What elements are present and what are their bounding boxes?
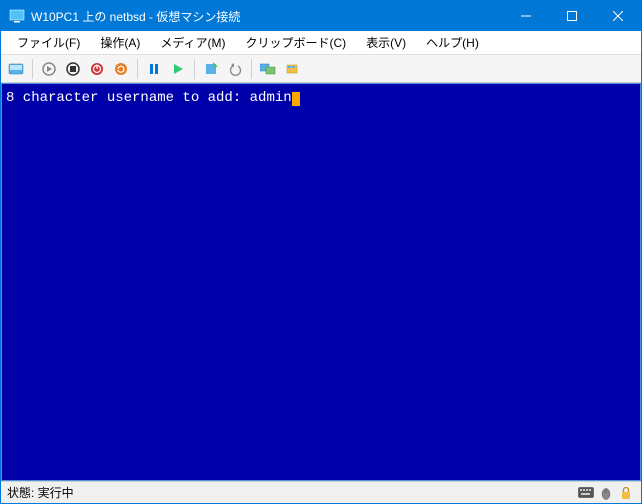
menu-file[interactable]: ファイル(F) <box>7 31 90 54</box>
close-button[interactable] <box>595 1 641 31</box>
share-button[interactable] <box>281 58 303 80</box>
console-line: 8 character username to add: admin <box>6 90 636 106</box>
menubar: ファイル(F) 操作(A) メディア(M) クリップボード(C) 表示(V) ヘ… <box>1 31 641 55</box>
separator <box>194 59 195 79</box>
separator <box>137 59 138 79</box>
resume-button[interactable] <box>167 58 189 80</box>
menu-media[interactable]: メディア(M) <box>150 31 235 54</box>
mouse-icon <box>597 484 615 502</box>
cursor-icon <box>292 92 300 106</box>
ctrl-alt-del-button[interactable] <box>5 58 27 80</box>
separator <box>251 59 252 79</box>
shutdown-button[interactable] <box>86 58 108 80</box>
vm-connect-window: W10PC1 上の netbsd - 仮想マシン接続 ファイル(F) 操作(A)… <box>0 0 642 504</box>
keyboard-icon <box>577 484 595 502</box>
toolbar <box>1 55 641 83</box>
window-title: W10PC1 上の netbsd - 仮想マシン接続 <box>31 8 503 25</box>
window-controls <box>503 1 641 31</box>
menu-clipboard[interactable]: クリップボード(C) <box>235 31 356 54</box>
maximize-button[interactable] <box>549 1 595 31</box>
menu-help[interactable]: ヘルプ(H) <box>416 31 489 54</box>
reset-button[interactable] <box>110 58 132 80</box>
lock-icon <box>617 484 635 502</box>
pause-button[interactable] <box>143 58 165 80</box>
menu-action[interactable]: 操作(A) <box>90 31 150 54</box>
console-prompt: 8 character username to add: <box>6 90 250 106</box>
enhanced-session-button[interactable] <box>257 58 279 80</box>
status-text: 状態: 実行中 <box>7 484 575 501</box>
statusbar: 状態: 実行中 <box>1 481 641 503</box>
vm-console[interactable]: 8 character username to add: admin <box>1 83 641 481</box>
start-button[interactable] <box>38 58 60 80</box>
menu-view[interactable]: 表示(V) <box>356 31 416 54</box>
turnoff-button[interactable] <box>62 58 84 80</box>
revert-button[interactable] <box>224 58 246 80</box>
minimize-button[interactable] <box>503 1 549 31</box>
checkpoint-button[interactable] <box>200 58 222 80</box>
separator <box>32 59 33 79</box>
app-icon <box>9 8 25 24</box>
console-input: admin <box>250 90 292 106</box>
titlebar[interactable]: W10PC1 上の netbsd - 仮想マシン接続 <box>1 1 641 31</box>
